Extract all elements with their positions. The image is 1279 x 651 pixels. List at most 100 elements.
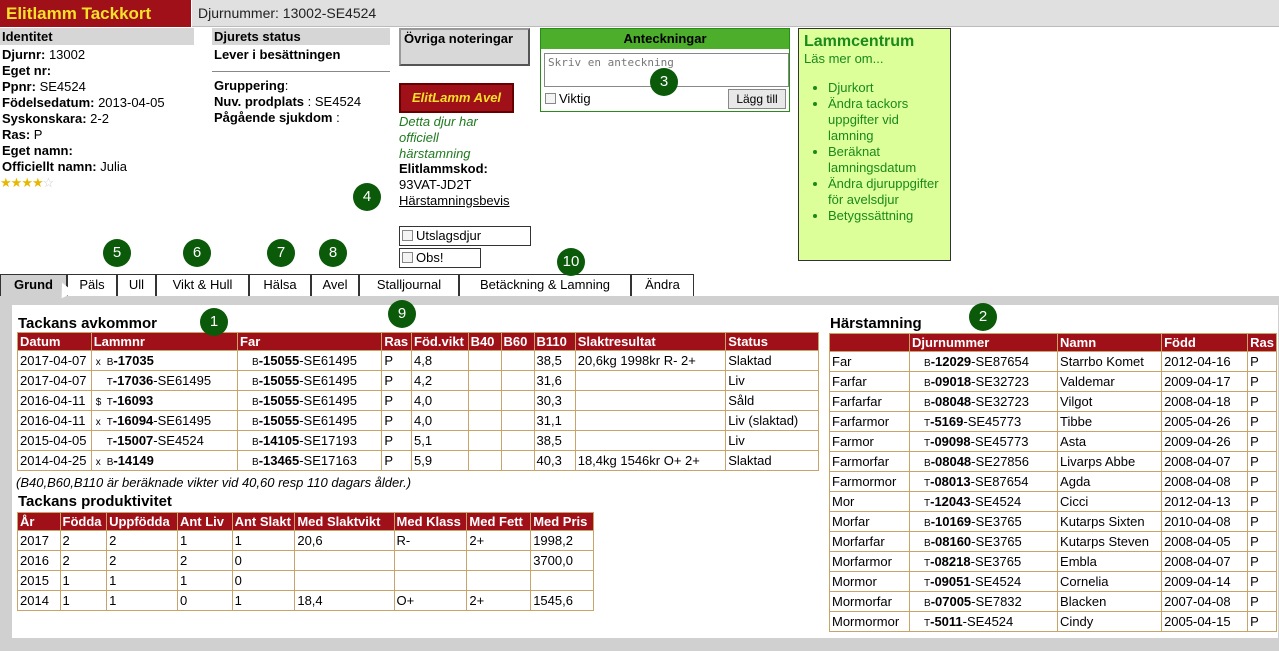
avkommor-table: Datum Lammnr Far Ras Föd.vikt B40 B60 B110 Slakt…: [17, 332, 819, 471]
star-icon[interactable]: ★: [21, 175, 33, 190]
column-header: B40: [467, 332, 502, 351]
cell-ras: P: [1247, 451, 1277, 472]
identitet-field: Djurnr: 13002: [2, 47, 194, 63]
cell-lammnr: x B-14149: [90, 450, 239, 471]
cell-ras: P: [381, 390, 413, 411]
tab-vikt-hull[interactable]: Vikt & Hull: [156, 274, 249, 296]
lammcentrum-subtitle: Läs mer om...: [804, 51, 884, 66]
harstamningsbevis-link[interactable]: Härstamningsbevis: [399, 193, 510, 208]
id-suffix: -SE17193: [299, 433, 358, 448]
identitet-field: Syskonskara: 2-2: [2, 111, 194, 127]
column-header: Far: [237, 332, 383, 351]
cell-b110: 38,5: [533, 350, 576, 371]
cell-ras: P: [1247, 531, 1277, 552]
table-cell: R-: [393, 530, 468, 551]
cell-b60: [500, 430, 535, 451]
cell-fodd: 2008-04-18: [1161, 391, 1249, 412]
star-icon[interactable]: ★: [0, 175, 12, 190]
cell-b60: [500, 450, 535, 471]
lagg-till-button[interactable]: Lägg till: [728, 89, 786, 109]
produktivitet-table: År Födda Uppfödda Ant Liv Ant Slakt Med Slakt…: [17, 512, 594, 611]
table-cell: 1: [231, 530, 296, 551]
table-cell: 2016: [17, 550, 61, 571]
lamm-mark: x: [95, 357, 101, 368]
tab-stalljournal[interactable]: Stalljournal: [359, 274, 459, 296]
cell-fodd: 2008-04-07: [1161, 551, 1249, 572]
sex-prefix: B: [924, 598, 931, 609]
tab-ändra[interactable]: Ändra: [631, 274, 694, 296]
cell-slaktresultat: 18,4kg 1546kr O+ 2+: [574, 450, 727, 471]
cell-slaktresultat: [574, 370, 727, 391]
cell-ras: P: [381, 450, 413, 471]
cell-fodd: 2012-04-16: [1161, 351, 1249, 372]
id-suffix: -SE45773: [970, 434, 1029, 449]
viktig-checkbox[interactable]: Viktig: [545, 91, 591, 106]
cell-b60: [500, 410, 535, 431]
column-header: År: [17, 512, 61, 531]
table-cell: 2: [176, 550, 233, 571]
field-label: Ppnr:: [2, 79, 36, 94]
table-cell: 1: [59, 590, 108, 611]
id-suffix: -SE32723: [971, 374, 1029, 389]
cell-ras: P: [1247, 351, 1277, 372]
utslagsdjur-checkbox[interactable]: Utslagsdjur: [399, 226, 531, 246]
cell-datum: 2016-04-11: [17, 390, 92, 411]
identitet-field: Eget namn:: [2, 143, 194, 159]
cell-ras: P: [1247, 551, 1277, 572]
elitlamm-avel-button[interactable]: ElitLamm Avel: [399, 83, 514, 113]
obs-checkbox[interactable]: Obs!: [399, 248, 481, 268]
table-cell: 1: [176, 530, 233, 551]
lammcentrum-link[interactable]: Ändra tackors uppgifter vid lamning: [828, 96, 945, 144]
lammcentrum-link[interactable]: Djurkort: [828, 80, 945, 96]
field-label: Djurnr:: [2, 47, 46, 62]
cell-fodvikt: 5,9: [411, 450, 469, 471]
table-cell: 1: [106, 570, 178, 591]
column-header: B110: [533, 332, 576, 351]
star-icon[interactable]: ☆: [43, 175, 55, 190]
column-header: Djurnummer: [909, 333, 1059, 352]
id-number: -14105: [258, 433, 300, 448]
id-number: -10169: [930, 514, 972, 529]
cell-fodd: 2009-04-14: [1161, 571, 1249, 592]
cell-fodvikt: 4,0: [411, 390, 469, 411]
cell-djurnummer: T-09098-SE45773: [909, 431, 1059, 452]
id-suffix: -SE3765: [970, 554, 1022, 569]
sex-prefix: B: [924, 518, 931, 529]
rating-stars[interactable]: ★★★★☆: [0, 175, 55, 191]
cell-fodvikt: 5,1: [411, 430, 469, 451]
lammcentrum-link[interactable]: Betygssättning: [828, 208, 945, 224]
star-icon[interactable]: ★: [11, 175, 23, 190]
table-cell: 1: [231, 590, 296, 611]
tab-hälsa[interactable]: Hälsa: [249, 274, 311, 296]
cell-djurnummer: B-07005-SE7832: [909, 591, 1059, 612]
tab-päls[interactable]: Päls: [67, 274, 117, 296]
id-number: -09018: [930, 374, 972, 389]
id-suffix: -SE4524: [970, 494, 1022, 509]
table-row: Mormorfar B-07005-SE7832 Blacken 2007-04-08…: [828, 591, 1277, 612]
cell-namn: Cicci: [1057, 491, 1163, 512]
cell-ras: P: [1247, 491, 1277, 512]
cell-ras: P: [1247, 611, 1277, 632]
sex-prefix: B: [924, 538, 931, 549]
column-header: [828, 333, 911, 352]
cell-fodd: 2009-04-17: [1161, 371, 1249, 392]
table-cell: 2: [106, 530, 178, 551]
table-row: 2014-04-25 x B-14149 B-13465-SE17163 P 5,9 40…: [17, 450, 819, 471]
cell-relation: Morfarfar: [828, 531, 911, 552]
cell-namn: Valdemar: [1057, 371, 1163, 392]
table-cell: 2+: [466, 530, 532, 551]
lammcentrum-link[interactable]: Ändra djuruppgifter för avelsdjur: [828, 176, 945, 208]
id-suffix: -SE17163: [299, 453, 358, 468]
id-suffix: -SE61495: [153, 413, 212, 428]
table-cell: 2: [59, 530, 108, 551]
lammcentrum-link[interactable]: Beräknat lamningsdatum: [828, 144, 945, 176]
tab-avel[interactable]: Avel: [311, 274, 359, 296]
cell-namn: Livarps Abbe: [1057, 451, 1163, 472]
tab-ull[interactable]: Ull: [117, 274, 156, 296]
id-number: -17036: [112, 373, 154, 388]
checkbox-icon: [402, 252, 413, 263]
tab-betäckning-lamning[interactable]: Betäckning & Lamning: [459, 274, 631, 296]
star-icon[interactable]: ★: [32, 175, 44, 190]
ovriga-noteringar-button[interactable]: Övriga noteringar: [399, 28, 530, 66]
table-row: 2014 1 1 0 1 18,4 O+ 2+ 1545,6: [17, 590, 594, 611]
